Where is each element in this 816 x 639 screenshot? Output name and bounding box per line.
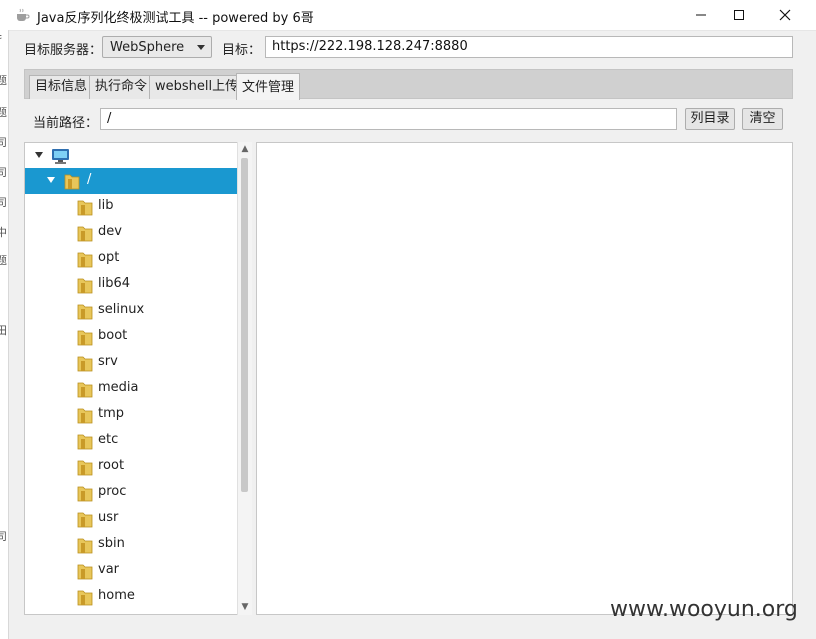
tree-node-label: lib [98, 198, 114, 213]
folder-icon [77, 408, 93, 424]
tree-node[interactable]: home [25, 584, 239, 610]
folder-icon [77, 252, 93, 268]
strip-text: 司 [0, 134, 7, 150]
folder-icon [77, 512, 93, 528]
tree-node-label: sbin [98, 536, 125, 551]
background-window-strip: Ja 扌 题 题 司 司 司 中 题 田 司 [0, 30, 9, 639]
watermark: www.wooyun.org [610, 597, 798, 622]
tab-bar: 目标信息 执行命令 webshell上传 文件管理 [24, 69, 793, 100]
current-path-label: 当前路径： [33, 116, 99, 131]
tree-node[interactable]: sbin [25, 532, 239, 558]
tab-execute-command[interactable]: 执行命令 [89, 75, 154, 99]
scroll-down-icon[interactable]: ▼ [240, 602, 250, 612]
minimize-icon [696, 14, 706, 16]
tree-node-label: root [98, 458, 125, 473]
java-coffee-icon [17, 8, 30, 21]
tree-node-label: / [87, 172, 92, 187]
folder-icon [77, 434, 93, 450]
folder-icon [77, 304, 93, 320]
computer-icon [52, 149, 69, 164]
close-button[interactable] [762, 0, 808, 30]
tree-scrollbar[interactable]: ▲ ▼ [237, 142, 252, 615]
tree-node[interactable]: media [25, 376, 239, 402]
target-label: 目标： [222, 43, 262, 58]
folder-icon [64, 174, 80, 190]
tree-node-root-dir[interactable]: / [25, 168, 239, 194]
tree-node[interactable]: usr [25, 506, 239, 532]
tree-node[interactable]: srv [25, 350, 239, 376]
tree-node-label: var [98, 562, 120, 577]
expand-arrow-icon[interactable] [47, 177, 55, 183]
tree-node[interactable]: root [25, 454, 239, 480]
folder-icon [77, 486, 93, 502]
server-select[interactable]: WebSphere [102, 36, 212, 58]
tree-node[interactable]: lib64 [25, 272, 239, 298]
strip-text: 扌 [0, 30, 7, 46]
clear-button[interactable]: 清空 [742, 108, 783, 130]
window-title: Java反序列化终极测试工具 -- powered by 6哥 [37, 11, 314, 26]
strip-text: 司 [0, 164, 7, 180]
close-icon [779, 9, 791, 21]
tree-node[interactable]: opt [25, 246, 239, 272]
current-path-input[interactable]: / [100, 108, 677, 130]
tree-node-label: media [98, 380, 139, 395]
tree-node[interactable]: proc [25, 480, 239, 506]
list-directory-button[interactable]: 列目录 [685, 108, 735, 130]
strip-text: 题 [0, 104, 7, 120]
tree-node[interactable]: selinux [25, 298, 239, 324]
tree-node-label: home [98, 588, 135, 603]
strip-text: 司 [0, 194, 7, 210]
scrollbar-thumb[interactable] [241, 158, 248, 492]
tree-node-label: dev [98, 224, 122, 239]
tree-node-label: opt [98, 250, 120, 265]
tree-root-node[interactable] [25, 143, 239, 169]
folder-icon [77, 564, 93, 580]
tab-file-manager[interactable]: 文件管理 [236, 73, 301, 100]
strip-text: 题 [0, 72, 7, 88]
folder-icon [77, 226, 93, 242]
folder-icon [77, 356, 93, 372]
tree-node-label: etc [98, 432, 119, 447]
tree-node-label: lib64 [98, 276, 131, 291]
strip-text: 司 [0, 528, 7, 544]
strip-text: 中 [0, 224, 7, 240]
maximize-icon [734, 10, 744, 20]
tree-node[interactable]: dev [25, 220, 239, 246]
server-select-value: WebSphere [110, 40, 185, 55]
tree-node[interactable]: etc [25, 428, 239, 454]
folder-icon [77, 200, 93, 216]
tree-node[interactable]: var [25, 558, 239, 584]
tab-target-info[interactable]: 目标信息 [29, 75, 94, 99]
expand-arrow-icon[interactable] [35, 152, 43, 158]
strip-text: 田 [0, 322, 7, 338]
tree-node-label: srv [98, 354, 118, 369]
tree-node-label: boot [98, 328, 128, 343]
folder-icon [77, 278, 93, 294]
tree-node-label: usr [98, 510, 119, 525]
strip-text: 题 [0, 252, 7, 268]
folder-icon [77, 330, 93, 346]
folder-icon [77, 460, 93, 476]
file-tree[interactable]: / lib dev opt lib64 selinux boot srv med… [24, 142, 252, 615]
tree-node[interactable]: boot [25, 324, 239, 350]
folder-icon [77, 590, 93, 606]
tree-node-label: selinux [98, 302, 145, 317]
file-content-area[interactable] [256, 142, 793, 615]
tree-node-label: tmp [98, 406, 125, 421]
folder-icon [77, 382, 93, 398]
maximize-button[interactable] [716, 0, 762, 30]
title-bar: Java反序列化终极测试工具 -- powered by 6哥 [0, 0, 816, 31]
tab-webshell-upload[interactable]: webshell上传 [149, 75, 245, 99]
tree-node[interactable]: tmp [25, 402, 239, 428]
tree-node-label: proc [98, 484, 127, 499]
folder-icon [77, 538, 93, 554]
chevron-down-icon [197, 45, 205, 50]
scroll-up-icon[interactable]: ▲ [240, 144, 250, 154]
server-label: 目标服务器： [24, 43, 103, 58]
tree-node[interactable]: lib [25, 194, 239, 220]
target-url-input[interactable]: https://222.198.128.247:8880 [265, 36, 793, 58]
